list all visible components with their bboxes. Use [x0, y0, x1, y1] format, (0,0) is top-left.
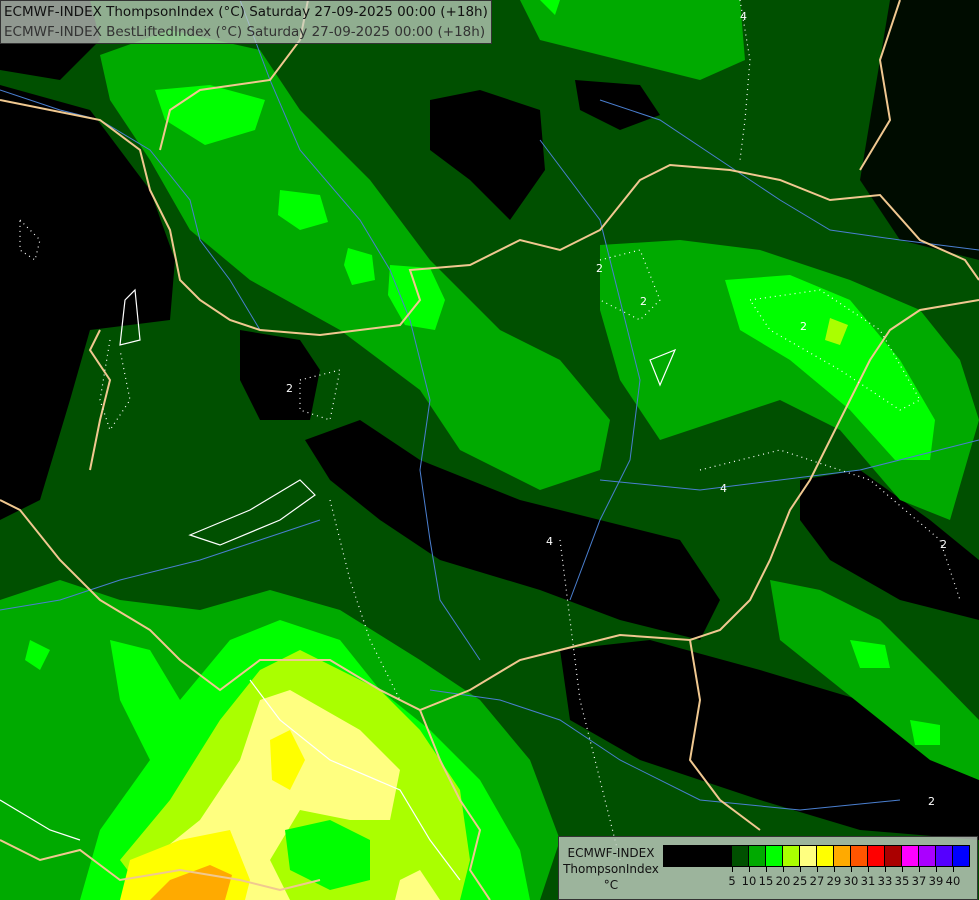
- legend-tick: [766, 866, 767, 872]
- legend-swatch: [766, 846, 783, 866]
- legend-tick-label: 20: [775, 874, 791, 888]
- legend-tick: [817, 866, 818, 872]
- legend-tick: [953, 866, 954, 872]
- contour-label: 2: [940, 538, 947, 551]
- legend-tick: [885, 866, 886, 872]
- legend-tick-label: 40: [945, 874, 961, 888]
- legend-swatch: [664, 846, 681, 866]
- contour-label: 2: [286, 382, 293, 395]
- legend-swatch: [953, 846, 969, 866]
- legend-tick-label: 37: [911, 874, 927, 888]
- legend-tick: [936, 866, 937, 872]
- map-field: 2 2 2 2 4 4 4 2 2: [0, 0, 979, 900]
- legend-swatch: [851, 846, 868, 866]
- legend-swatch: [732, 846, 749, 866]
- map-title-box: ECMWF-INDEX ThompsonIndex (°C) Saturday …: [0, 0, 492, 44]
- legend-tick-label: 33: [877, 874, 893, 888]
- legend-swatch: [936, 846, 953, 866]
- legend-swatch: [800, 846, 817, 866]
- legend-tick-label: 29: [826, 874, 842, 888]
- legend-swatch: [698, 846, 715, 866]
- contour-label: 2: [596, 262, 603, 275]
- legend-color-bar: [663, 845, 970, 867]
- legend-tick-label: 35: [894, 874, 910, 888]
- title-best-lifted-index: ECMWF-INDEX BestLiftedIndex (°C) Saturda…: [4, 24, 486, 40]
- legend-swatch: [783, 846, 800, 866]
- legend-tick-label: 31: [860, 874, 876, 888]
- legend-tick-label: 27: [809, 874, 825, 888]
- contour-label: 2: [928, 795, 935, 808]
- legend-tick: [868, 866, 869, 872]
- legend-swatch: [817, 846, 834, 866]
- legend-tick-label: 5: [728, 874, 736, 888]
- legend-swatch: [885, 846, 902, 866]
- legend-swatch: [715, 846, 732, 866]
- legend-tick: [851, 866, 852, 872]
- legend-model: ECMWF-INDEX: [567, 846, 655, 860]
- legend-tick-label: 25: [792, 874, 808, 888]
- legend-tick: [834, 866, 835, 872]
- legend-swatch: [749, 846, 766, 866]
- contour-label: 4: [546, 535, 553, 548]
- contour-label: 2: [800, 320, 807, 333]
- legend-tick-label: 10: [741, 874, 757, 888]
- legend-tick: [919, 866, 920, 872]
- legend-swatch: [868, 846, 885, 866]
- legend-parameter: ThompsonIndex: [563, 862, 659, 876]
- color-legend: ECMWF-INDEX ThompsonIndex °C 5 10 15 20 25 27…: [558, 836, 978, 900]
- legend-swatch: [681, 846, 698, 866]
- legend-tick-label: 15: [758, 874, 774, 888]
- legend-tick: [783, 866, 784, 872]
- legend-tick: [732, 866, 733, 872]
- legend-tick-label: 39: [928, 874, 944, 888]
- legend-swatch: [834, 846, 851, 866]
- legend-tick-label: 30: [843, 874, 859, 888]
- legend-tick: [749, 866, 750, 872]
- contour-label: 4: [740, 10, 747, 23]
- legend-tick: [800, 866, 801, 872]
- title-thompson-index: ECMWF-INDEX ThompsonIndex (°C) Saturday …: [4, 4, 488, 20]
- legend-tick: [902, 866, 903, 872]
- legend-unit: °C: [603, 878, 619, 892]
- weather-map: 2 2 2 2 4 4 4 2 2 ECMWF-INDEX ThompsonIn…: [0, 0, 979, 900]
- legend-swatch: [919, 846, 936, 866]
- contour-label: 2: [640, 295, 647, 308]
- contour-label: 4: [720, 482, 727, 495]
- legend-swatch: [902, 846, 919, 866]
